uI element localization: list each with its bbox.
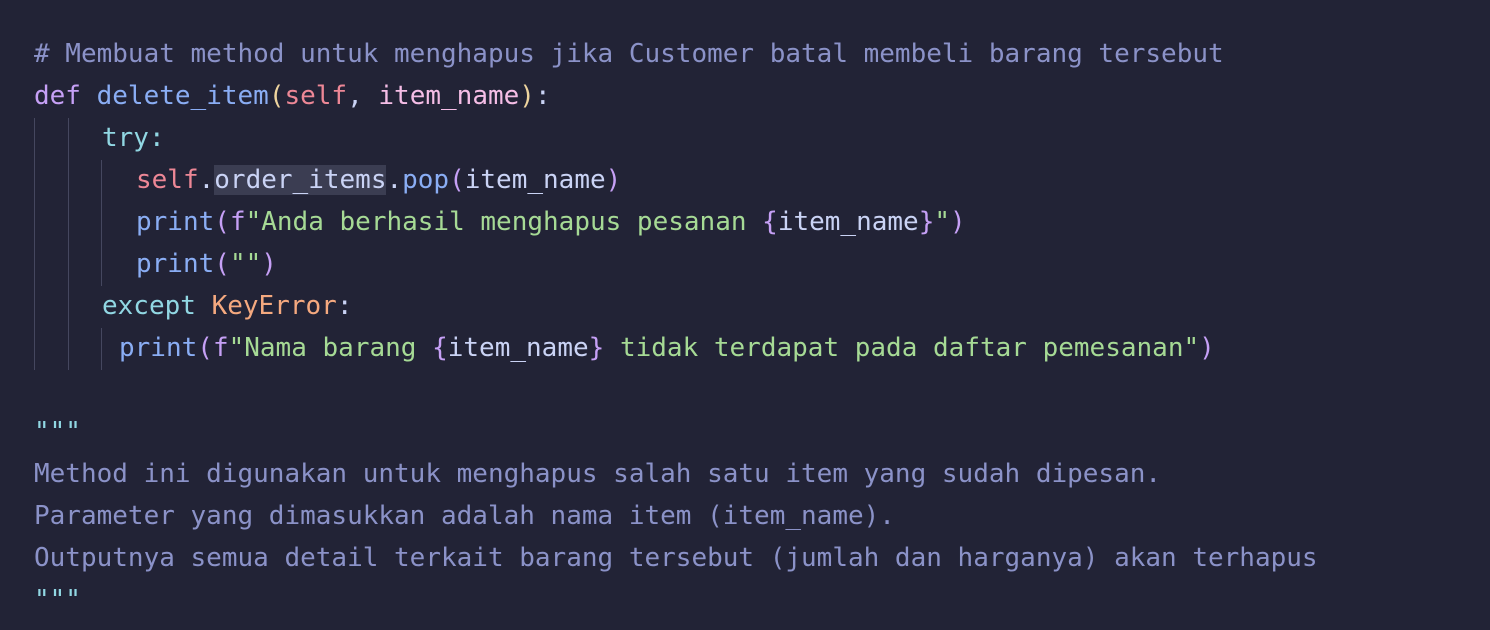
- pop-method: pop: [402, 165, 450, 195]
- try-keyword: try:: [102, 123, 165, 153]
- self-ref: self: [136, 165, 199, 195]
- dot: .: [198, 165, 215, 195]
- paren-open: (: [214, 249, 230, 279]
- interpolated-var: item_name: [777, 207, 919, 237]
- docstring-text: Method ini digunakan untuk menghapus sal…: [34, 459, 1162, 489]
- brace-open: {: [432, 333, 448, 363]
- def-keyword: def: [34, 81, 81, 111]
- code-line-5: print(f"Anda berhasil menghapus pesanan …: [136, 201, 966, 243]
- brace-close: }: [918, 207, 935, 237]
- fstring-prefix: f: [229, 207, 246, 237]
- string-literal: "Anda berhasil menghapus pesanan: [245, 207, 763, 237]
- code-line-4: self.order_items.pop(item_name): [136, 159, 621, 201]
- interpolated-var: item_name: [447, 333, 589, 363]
- indent-guide-try-block: [101, 160, 102, 286]
- paren-close: ): [1199, 333, 1215, 363]
- paren-close: ): [950, 207, 966, 237]
- code-line-10: """: [34, 411, 81, 453]
- docstring-text: Outputnya semua detail terkait barang te…: [34, 543, 1318, 573]
- brace-open: {: [762, 207, 778, 237]
- string-literal-end: tidak terdapat pada daftar pemesanan": [604, 333, 1200, 363]
- indent-guide-except-block: [101, 328, 102, 370]
- code-line-13: Outputnya semua detail terkait barang te…: [34, 537, 1318, 579]
- docstring-text: Parameter yang dimasukkan adalah nama it…: [34, 501, 895, 531]
- except-keyword: except: [102, 291, 196, 321]
- order-items-highlighted[interactable]: order_items: [214, 165, 387, 195]
- print-call: print: [136, 207, 215, 237]
- paren-close: ): [605, 165, 622, 195]
- indent-guide-level-1: [34, 118, 35, 370]
- string-literal-end: ": [934, 207, 951, 237]
- paren-close: ): [519, 81, 535, 111]
- empty-string: "": [229, 249, 262, 279]
- paren-open: (: [214, 207, 230, 237]
- brace-close: }: [588, 333, 605, 363]
- paren-open: (: [268, 81, 285, 111]
- print-call: print: [119, 333, 198, 363]
- paren-close: ): [261, 249, 277, 279]
- code-line-6: print(""): [136, 243, 277, 285]
- comment-text: # Membuat method untuk menghapus jika Cu…: [34, 39, 1224, 69]
- dot: .: [386, 165, 403, 195]
- docstring-open-quotes: """: [34, 417, 81, 447]
- code-line-11: Method ini digunakan untuk menghapus sal…: [34, 453, 1161, 495]
- code-line-7: except KeyError:: [102, 285, 352, 327]
- code-line-2: def delete_item(self, item_name):: [34, 75, 551, 117]
- item-name-param: item_name: [378, 81, 520, 111]
- indent-guide-level-2: [68, 118, 69, 370]
- docstring-close-quotes: """: [34, 585, 81, 615]
- code-line-1: # Membuat method untuk menghapus jika Cu…: [34, 33, 1224, 75]
- print-call: print: [136, 249, 215, 279]
- code-editor[interactable]: # Membuat method untuk menghapus jika Cu…: [0, 0, 1490, 630]
- keyerror-class: KeyError: [211, 291, 337, 321]
- paren-open: (: [197, 333, 213, 363]
- code-line-3: try:: [102, 117, 165, 159]
- function-name: delete_item: [96, 81, 269, 111]
- comma: ,: [347, 81, 379, 111]
- string-literal: "Nama barang: [228, 333, 433, 363]
- fstring-prefix: f: [212, 333, 229, 363]
- code-line-12: Parameter yang dimasukkan adalah nama it…: [34, 495, 895, 537]
- colon: :: [336, 291, 353, 321]
- code-line-8: print(f"Nama barang {item_name} tidak te…: [119, 327, 1215, 369]
- paren-open: (: [449, 165, 465, 195]
- code-line-14: """: [34, 579, 81, 621]
- item-name-arg: item_name: [464, 165, 606, 195]
- self-param: self: [284, 81, 348, 111]
- colon: :: [534, 81, 551, 111]
